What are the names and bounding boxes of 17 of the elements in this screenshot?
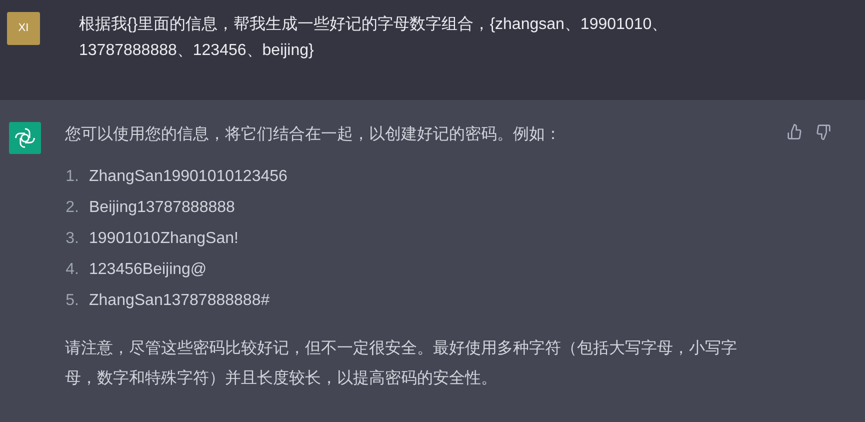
list-item-text: 123456Beijing@ <box>89 260 207 280</box>
list-item-text: ZhangSan19901010123456 <box>89 167 288 187</box>
list-item-text: Beijing13787888888 <box>89 198 235 218</box>
list-item-text: 19901010ZhangSan! <box>89 229 238 249</box>
user-avatar: XI <box>7 12 40 45</box>
list-number: 5. <box>65 291 79 311</box>
list-number: 4. <box>65 260 79 280</box>
user-message: 根据我{}里面的信息，帮我生成一些好记的字母数字组合，{zhangsan、19901010、13787888888、123456、beijing} <box>79 14 669 61</box>
assistant-intro: 您可以使用您的信息，将它们结合在一起，以创建好记的密码。例如： <box>65 124 562 145</box>
thumbs-down-icon[interactable] <box>815 124 831 140</box>
list-number: 2. <box>65 198 79 218</box>
list-number: 3. <box>65 229 79 249</box>
thumbs-up-icon[interactable] <box>787 124 803 140</box>
list-number: 1. <box>65 167 79 187</box>
list-item-text: ZhangSan13787888888# <box>89 291 270 311</box>
assistant-avatar-icon <box>9 122 41 154</box>
assistant-note: 请注意，尽管这些密码比较好记，但不一定很安全。最好使用多种字符（包括大写字母，小写字母，数字和特殊字符）并且长度较长，以提高密码的安全性。 <box>65 338 738 389</box>
